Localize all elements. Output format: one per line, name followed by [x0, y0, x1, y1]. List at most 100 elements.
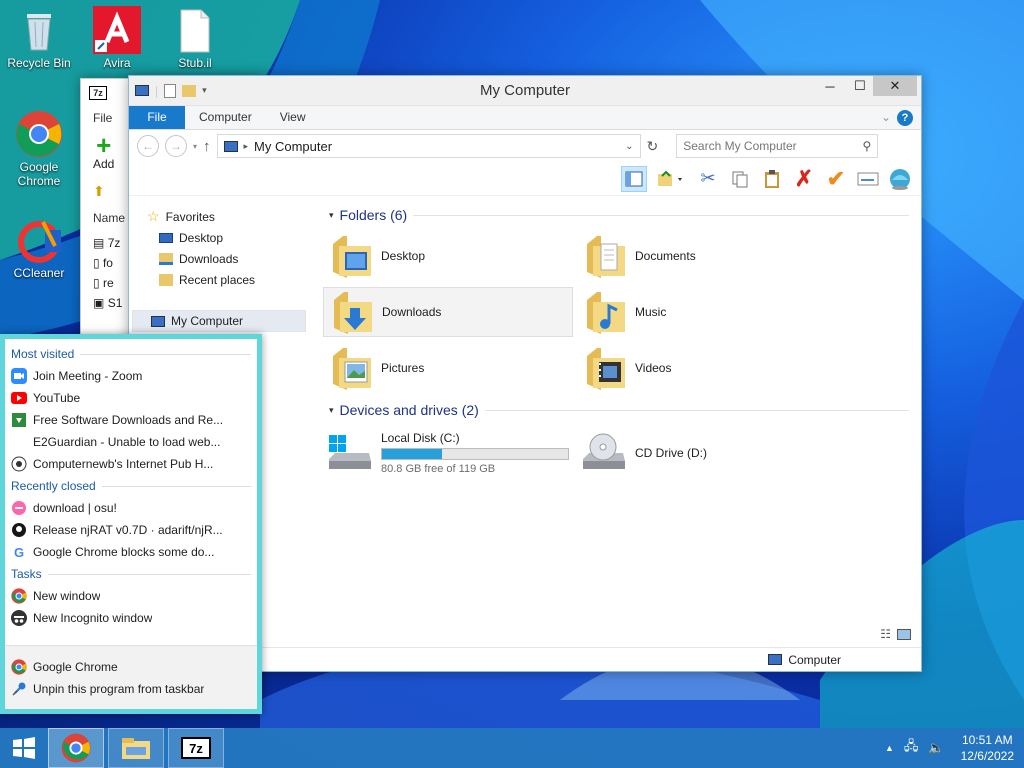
forward-button[interactable]: → — [165, 135, 187, 157]
volume-icon[interactable]: 🔈 — [928, 740, 944, 756]
folder-label: Desktop — [381, 249, 426, 263]
address-bar[interactable]: ▸ My Computer ⌄ — [216, 134, 641, 158]
search-input[interactable]: Search My Computer ⚲ — [676, 134, 879, 158]
drive-cd-d[interactable]: CD Drive (D:) — [579, 427, 829, 479]
folder-pictures[interactable]: Pictures — [323, 343, 573, 393]
jump-item[interactable]: E2Guardian - Unable to load web... — [5, 431, 257, 453]
recent-locations-icon[interactable]: ▾ — [193, 142, 197, 151]
zoom-icon — [11, 368, 27, 384]
section-collapse-icon: ▾ — [329, 404, 334, 415]
nav-item-my-computer[interactable]: My Computer — [132, 310, 306, 332]
desktop-icon-recycle-bin[interactable]: Recycle Bin — [1, 6, 77, 70]
taskbar-chrome[interactable] — [48, 728, 104, 768]
paste-button[interactable] — [759, 166, 785, 192]
minimize-icon: ─ — [825, 78, 835, 94]
explorer-titlebar: | ▾ My Computer ─ ☐ ✕ — [129, 76, 921, 106]
desktop-folder-icon — [159, 232, 173, 243]
network-button[interactable] — [887, 166, 913, 192]
folders-section-header[interactable]: ▾ Folders (6) — [329, 207, 909, 223]
start-button[interactable] — [0, 728, 48, 768]
arrow-up-icon: ↑ — [203, 137, 211, 155]
pub-hub-icon — [11, 456, 27, 472]
desktop-icon-label: CCleaner — [13, 266, 65, 280]
jump-item[interactable]: Release njRAT v0.7D · adarift/njR... — [5, 519, 257, 541]
cut-button[interactable]: ✂ — [695, 166, 721, 192]
close-button[interactable]: ✕ — [873, 76, 917, 96]
nav-favorites[interactable]: ☆ Favorites — [147, 206, 307, 227]
desktop-icon-stub[interactable]: Stub.il — [157, 6, 233, 70]
jump-section-tasks: Tasks — [5, 563, 257, 585]
jump-item[interactable]: download | osu! — [5, 497, 257, 519]
help-icon[interactable]: ? — [897, 110, 913, 126]
refresh-button[interactable]: ↻ — [647, 138, 659, 155]
list-item[interactable]: ▯ re — [93, 273, 122, 293]
nav-item-downloads[interactable]: Downloads — [147, 248, 307, 269]
devices-section-header[interactable]: ▾ Devices and drives (2) — [329, 402, 909, 418]
copy-button[interactable] — [727, 166, 753, 192]
music-folder-icon — [587, 292, 625, 334]
sevenzip-add-button[interactable]: + Add — [93, 132, 115, 171]
properties-button[interactable] — [855, 166, 881, 192]
folder-downloads[interactable]: Downloads — [323, 287, 573, 337]
file-icon — [171, 6, 219, 54]
desktop-icon-avira[interactable]: Avira — [79, 6, 155, 70]
add-label: Add — [93, 157, 115, 171]
7zip-icon: 7z — [181, 737, 211, 759]
jump-item[interactable]: G Google Chrome blocks some do... — [5, 541, 257, 563]
google-icon: G — [13, 544, 25, 560]
taskbar-7zip[interactable]: 7z — [168, 728, 224, 768]
desktop-icon-chrome[interactable]: Google Chrome — [1, 110, 77, 188]
jump-item[interactable]: YouTube — [5, 387, 257, 409]
minimize-button[interactable]: ─ — [815, 76, 845, 96]
jump-item-label: Release njRAT v0.7D · adarift/njR... — [33, 523, 223, 537]
folder-videos[interactable]: Videos — [577, 343, 827, 393]
rename-button[interactable]: ✔ — [823, 166, 849, 192]
tab-file[interactable]: File — [129, 106, 185, 129]
maximize-button[interactable]: ☐ — [845, 76, 875, 96]
nav-item-desktop[interactable]: Desktop — [147, 227, 307, 248]
preview-pane-button[interactable] — [621, 165, 647, 192]
drive-name: CD Drive (D:) — [635, 446, 707, 460]
chevron-down-icon[interactable]: ⌄ — [625, 141, 633, 152]
breadcrumb-chevron-icon: ▸ — [243, 140, 249, 151]
jump-item[interactable]: Computernewb's Internet Pub H... — [5, 453, 257, 475]
folder-documents[interactable]: Documents — [577, 231, 827, 281]
taskbar-file-explorer[interactable] — [108, 728, 164, 768]
details-view-icon[interactable]: ☷ — [880, 627, 891, 641]
clock[interactable]: 10:51 AM 12/6/2022 — [961, 732, 1014, 764]
network-icon[interactable]: 🖧 — [904, 737, 919, 759]
jump-item-new-window[interactable]: New window — [5, 585, 257, 607]
jump-item-incognito[interactable]: New Incognito window — [5, 607, 257, 629]
desktop-icon-ccleaner[interactable]: CCleaner — [1, 216, 77, 280]
large-icons-view-icon[interactable] — [897, 628, 911, 640]
list-item[interactable]: ▣ S1 — [93, 293, 122, 313]
up-folder-icon[interactable]: ⬆ — [93, 183, 105, 200]
show-hidden-icons-icon[interactable]: ▲ — [885, 743, 894, 753]
list-item[interactable]: ▯ fo — [93, 253, 122, 273]
folder-music[interactable]: Music — [577, 287, 827, 337]
desktop-icon-label: Stub.il — [178, 56, 212, 70]
column-header-name[interactable]: Name — [93, 211, 133, 225]
up-button[interactable]: ↑ — [203, 138, 211, 155]
videos-folder-icon — [587, 348, 625, 390]
folder-desktop[interactable]: Desktop — [323, 231, 573, 281]
drive-local-disk-c[interactable]: Local Disk (C:) 80.8 GB free of 119 GB — [325, 427, 575, 479]
jump-item-google-chrome[interactable]: Google Chrome — [5, 656, 257, 678]
nav-item-recent-places[interactable]: Recent places — [147, 269, 307, 290]
jump-item-unpin[interactable]: Unpin this program from taskbar — [5, 678, 257, 700]
folder-label: Videos — [635, 361, 672, 375]
navigation-pane: ☆ Favorites Desktop Downloads Recent pla… — [147, 206, 307, 290]
jump-item[interactable]: Free Software Downloads and Re... — [5, 409, 257, 431]
list-item[interactable]: ▤ 7z — [93, 233, 122, 253]
list-item-label: 7z — [107, 236, 121, 250]
tab-computer[interactable]: Computer — [185, 106, 266, 129]
jump-item[interactable]: Join Meeting - Zoom — [5, 365, 257, 387]
delete-button[interactable]: ✗ — [791, 166, 817, 192]
address-row: ← → ▾ ↑ ▸ My Computer ⌄ ↻ Search My Comp… — [129, 130, 921, 162]
view-options-button[interactable] — [653, 166, 689, 192]
tab-view[interactable]: View — [266, 106, 320, 129]
back-button[interactable]: ← — [137, 135, 159, 157]
expand-ribbon-icon[interactable]: ⌄ — [875, 106, 897, 129]
jump-section-most-visited: Most visited — [5, 343, 257, 365]
drive-free-space: 80.8 GB free of 119 GB — [381, 463, 496, 475]
